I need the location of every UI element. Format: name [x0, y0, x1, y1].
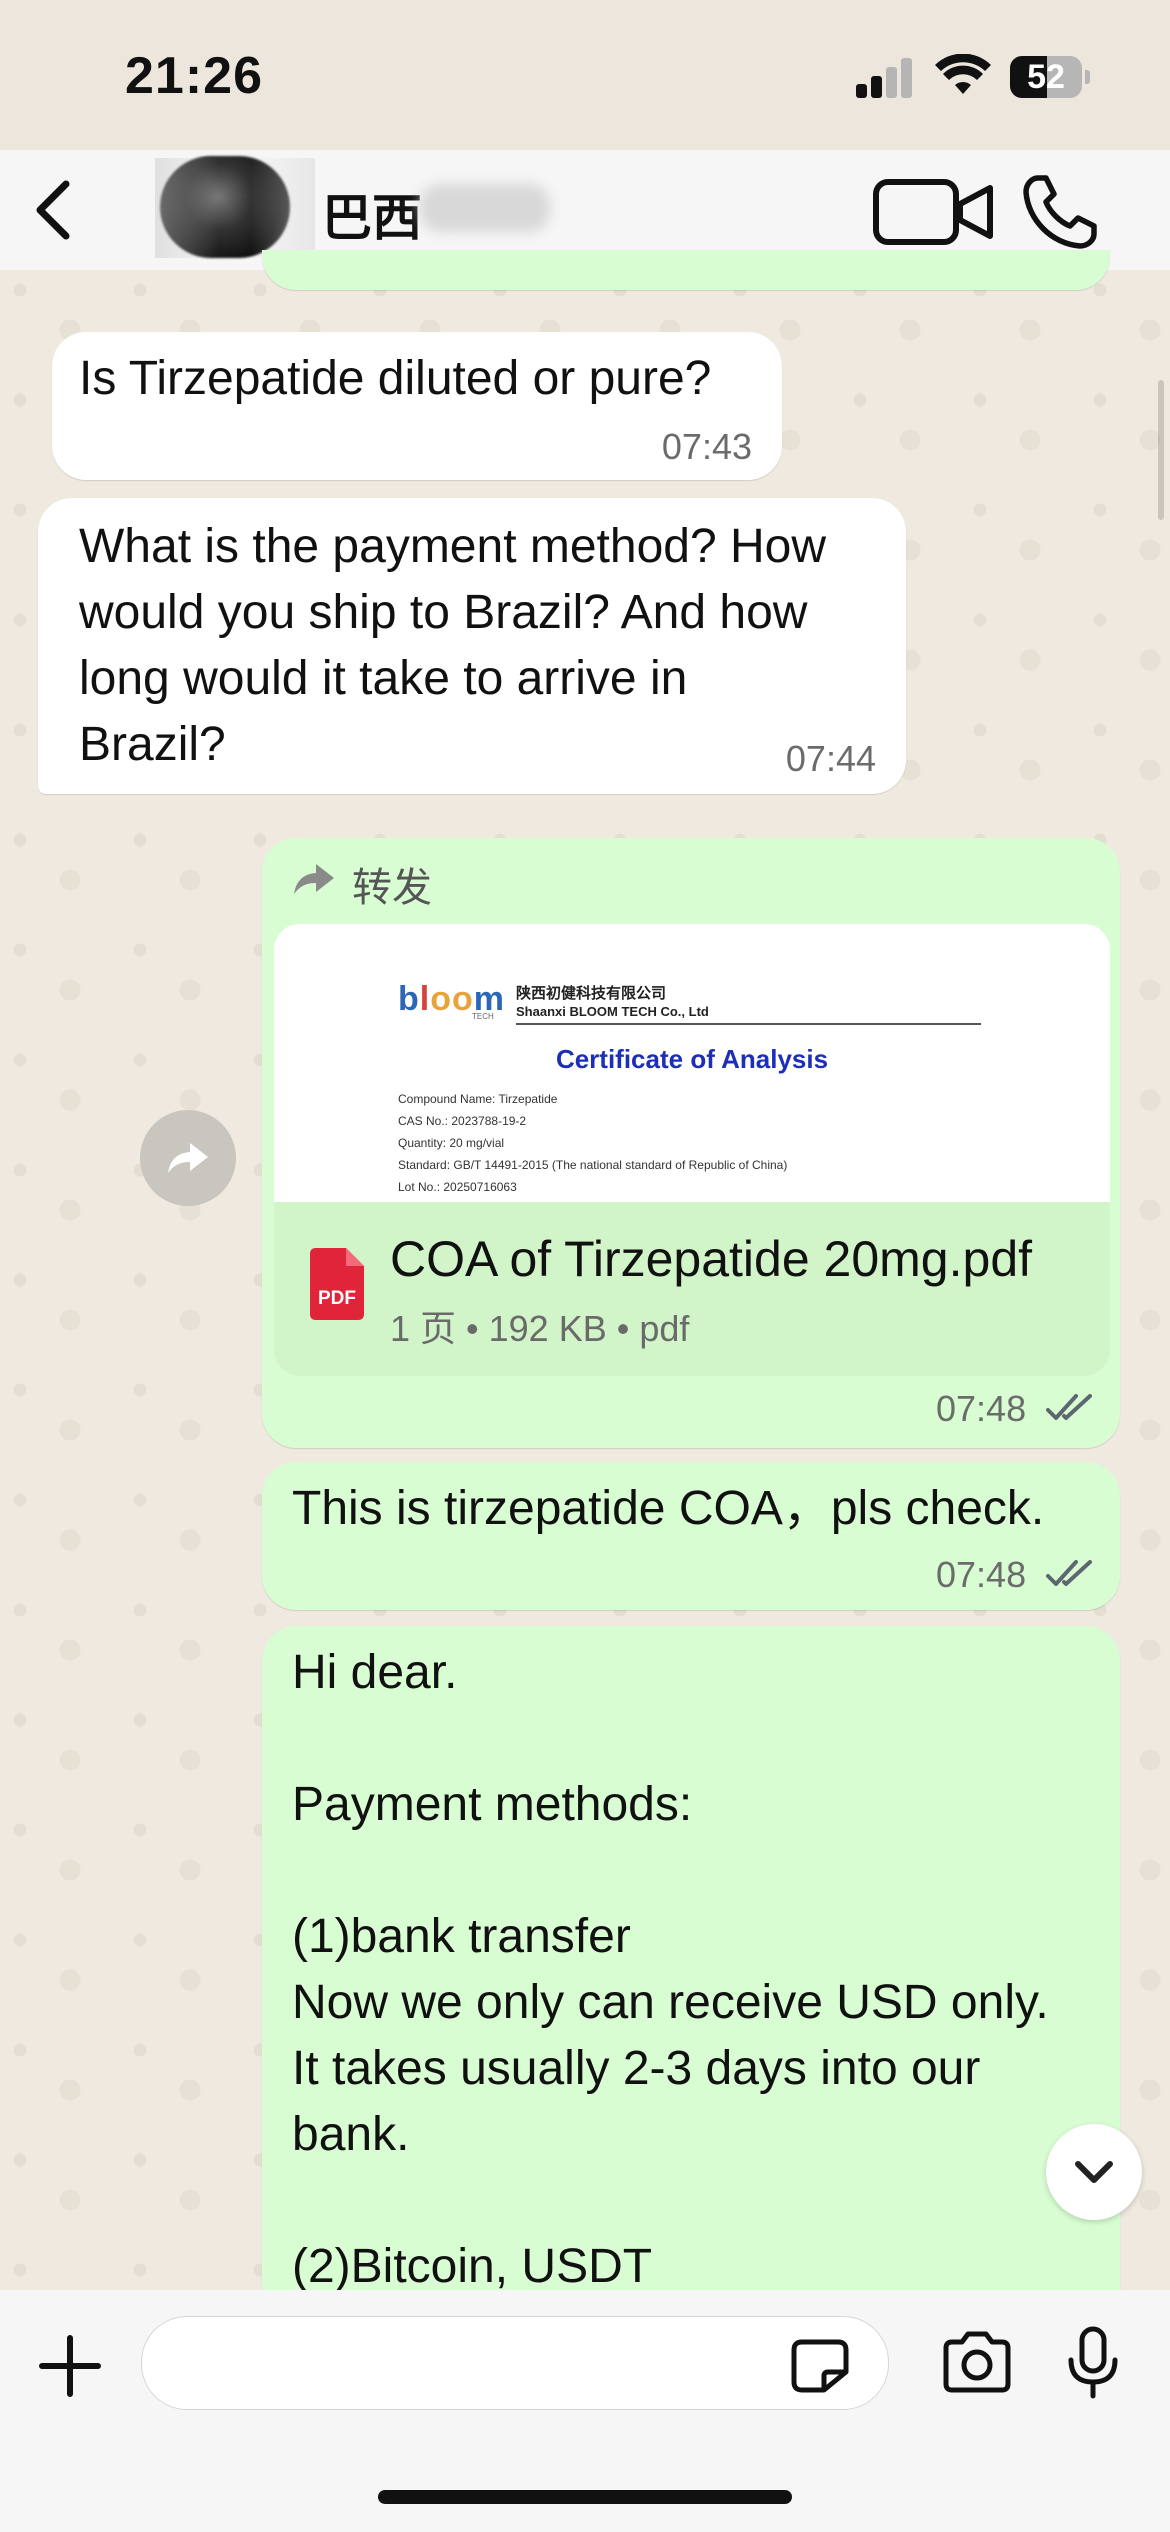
message-text: Is Tirzepatide diluted or pure? — [79, 352, 712, 405]
chevron-down-icon — [1075, 2161, 1113, 2183]
forwarded-label: 转发 — [352, 866, 432, 910]
wifi-icon — [935, 54, 991, 94]
forward-arrow-icon — [168, 1143, 208, 1173]
forward-arrow-icon — [294, 864, 334, 894]
message-text: Hi dear. Payment methods: (1)bank transf… — [292, 1646, 1049, 2293]
message-text: What is the payment method? How would yo… — [79, 520, 827, 771]
coa-line: Compound Name: Tirzepatide — [398, 1092, 558, 1106]
divider — [516, 1023, 981, 1025]
coa-line: Standard: GB/T 14491-2015 (The national … — [398, 1158, 788, 1172]
status-time: 21:26 — [125, 47, 263, 105]
document-title: Certificate of Analysis — [555, 1044, 829, 1074]
message-input[interactable] — [141, 2316, 889, 2410]
status-bar: 21:26 52 — [0, 0, 1170, 150]
document-card[interactable]: bloom TECH 陕西初健科技有限公司 Shaanxi BLOOM TECH… — [274, 924, 1110, 1376]
home-indicator[interactable] — [378, 2490, 792, 2504]
company-name-cn: 陕西初健科技有限公司 — [516, 985, 667, 1002]
coa-line: Lot No.: 20250716063 — [398, 1180, 517, 1194]
avatar-blur — [155, 158, 315, 258]
video-camera-icon[interactable] — [870, 174, 1000, 250]
read-receipt-icon — [1046, 1560, 1092, 1586]
battery-icon: 52 — [1010, 56, 1090, 98]
document-meta: 1 页 • 192 KB • pdf — [390, 1308, 690, 1349]
incoming-message[interactable]: What is the payment method? How would yo… — [38, 498, 906, 794]
forward-button[interactable] — [140, 1110, 236, 1206]
contact-name[interactable]: 巴西 — [322, 178, 422, 250]
message-time: 07:48 — [936, 1388, 1027, 1429]
message-text: This is tirzepatide COA，pls check. — [292, 1482, 1045, 1535]
coa-line: CAS No.: 2023788-19-2 — [398, 1114, 527, 1128]
document-file-name: COA of Tirzepatide 20mg.pdf — [390, 1231, 1033, 1287]
scroll-indicator — [1158, 380, 1164, 520]
previous-message-fragment — [262, 250, 1110, 290]
pdf-file-icon: PDF — [310, 1248, 364, 1320]
signal-icon — [856, 58, 914, 98]
pdf-icon-label: PDF — [318, 1288, 356, 1309]
chevron-left-icon[interactable] — [18, 170, 88, 250]
composer-bar — [0, 2290, 1170, 2532]
plus-icon[interactable] — [38, 2334, 102, 2398]
read-receipt-icon — [1046, 1394, 1092, 1420]
phone-icon[interactable] — [1020, 172, 1100, 252]
scroll-to-bottom-button[interactable] — [1046, 2124, 1142, 2220]
message-time: 07:48 — [936, 1554, 1027, 1595]
message-time: 07:44 — [785, 738, 876, 779]
sticker-icon[interactable] — [790, 2338, 850, 2394]
battery-percent: 52 — [1027, 58, 1065, 96]
company-name-en: Shaanxi BLOOM TECH Co., Ltd — [516, 1004, 709, 1019]
camera-icon[interactable] — [940, 2330, 1014, 2394]
contact-name-redaction — [420, 184, 550, 232]
incoming-message[interactable]: Is Tirzepatide diluted or pure? 07:43 — [52, 332, 782, 480]
message-time: 07:43 — [661, 426, 752, 467]
microphone-icon[interactable] — [1066, 2326, 1120, 2400]
coa-line: Quantity: 20 mg/vial — [398, 1136, 505, 1150]
document-preview[interactable]: bloom TECH 陕西初健科技有限公司 Shaanxi BLOOM TECH… — [274, 924, 1110, 1202]
outgoing-message[interactable]: Hi dear. Payment methods: (1)bank transf… — [262, 1626, 1120, 2326]
logo-tag: TECH — [472, 1012, 494, 1021]
document-footer[interactable]: PDF COA of Tirzepatide 20mg.pdf 1 页 • 19… — [274, 1202, 1110, 1376]
